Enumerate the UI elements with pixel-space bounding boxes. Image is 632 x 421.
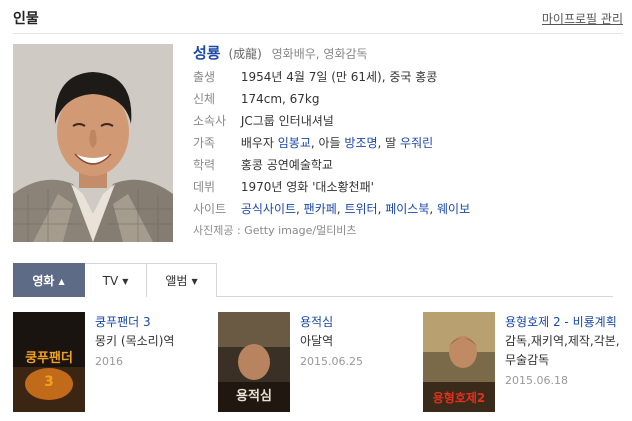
family-link-son[interactable]: 방조명 [344,136,377,150]
site-link-official[interactable]: 공식사이트 [241,202,296,216]
name-row: 성룡 (成龍) 영화배우, 영화감독 [193,40,623,66]
info-row-sites: 사이트 공식사이트, 팬카페, 트위터, 페이스북, 웨이보 [193,198,623,220]
section-header: 인물 마이프로필 관리 [13,0,623,34]
film-poster[interactable]: 용적심 [218,312,290,412]
separator: , [296,202,304,216]
tab-label: 앨범 [165,274,188,288]
tab-label: 영화 [32,274,55,288]
filmography-tabs: 영화 ▲ TV ▼ 앨범 ▼ [13,263,613,297]
person-name[interactable]: 성룡 [193,44,221,62]
family-link-daughter[interactable]: 우줘린 [400,136,433,150]
film-list: 쿵푸팬더 3 쿵푸팬더 3 몽키 (목소리)역 2016 용적심 용적심 아달역… [13,312,623,412]
info-value: 1954년 4월 7일 (만 61세), 중국 홍콩 [240,70,438,84]
poster-title: 용형호제2 [433,390,486,405]
info-value: 1970년 영화 '대소황천패' [240,180,374,194]
chevron-down-icon: ▼ [191,276,198,286]
agency-link[interactable]: JC그룹 인터내셔널 [241,114,334,128]
site-link-facebook[interactable]: 페이스북 [385,202,429,216]
film-text: 용형호제 2 - 비룡계획 감독,재키역,제작,각본,무술감독 2015.06.… [505,312,623,392]
info-row-agency: 소속사 JC그룹 인터내셔널 [193,110,623,132]
chevron-up-icon: ▲ [58,276,65,286]
info-label: 가족 [193,136,216,150]
film-poster[interactable]: 쿵푸팬더 3 [13,312,85,412]
film-title[interactable]: 쿵푸팬더 3 [95,312,205,332]
film-poster-image: 쿵푸팬더 3 [13,312,85,412]
info-label: 학력 [193,158,216,172]
person-photo[interactable] [13,44,173,242]
info-row-education: 학력 홍콩 공연예술학교 [193,154,623,176]
info-label: 데뷔 [193,180,216,194]
film-date: 2015.06.18 [505,374,568,387]
film-item: 용형호제2 용형호제 2 - 비룡계획 감독,재키역,제작,각본,무술감독 20… [423,312,623,412]
info-label: 소속사 [193,114,227,128]
film-poster-image: 용형호제2 [423,312,495,412]
education-link[interactable]: 홍콩 공연예술학교 [241,158,333,172]
tab-label: TV [102,274,119,288]
film-role: 아달역 [300,334,334,348]
film-title[interactable]: 용형호제 2 - 비룡계획 [505,312,623,332]
film-date: 2016 [95,355,123,368]
site-link-fancafe[interactable]: 팬카페 [304,202,337,216]
separator: , [429,202,438,216]
info-label: 사이트 [193,202,227,216]
poster-title: 용적심 [236,388,272,404]
info-label: 신체 [193,92,216,106]
info-value: 174cm, 67kg [240,92,320,106]
site-link-weibo[interactable]: 웨이보 [437,202,470,216]
person-hanja: (成龍) [228,47,262,61]
tab-movies[interactable]: 영화 ▲ [13,263,85,297]
poster-title: 쿵푸팬더 [25,350,73,366]
film-date: 2015.06.25 [300,355,363,368]
person-occupation: 영화배우, 영화감독 [271,47,368,61]
film-item: 용적심 용적심 아달역 2015.06.25 [218,312,413,412]
info-row-family: 가족 배우자 임봉교, 아들 방조명, 딸 우줘린 [193,132,623,154]
film-title[interactable]: 용적심 [300,312,410,332]
family-link-spouse[interactable]: 임봉교 [278,136,311,150]
info-row-body: 신체 174cm, 67kg [193,88,623,110]
person-info: 성룡 (成龍) 영화배우, 영화감독 출생 1954년 4월 7일 (만 61세… [193,40,623,242]
film-text: 쿵푸팬더 3 몽키 (목소리)역 2016 [95,312,205,373]
film-poster-image: 용적심 [218,312,290,412]
film-item: 쿵푸팬더 3 쿵푸팬더 3 몽키 (목소리)역 2016 [13,312,208,412]
my-profile-manage-link[interactable]: 마이프로필 관리 [542,10,623,27]
photo-credit: 사진제공 : Getty image/멀티비츠 [193,224,357,237]
info-row-debut: 데뷔 1970년 영화 '대소황천패' [193,176,623,198]
tab-tv[interactable]: TV ▼ [85,263,147,297]
family-separator: , 아들 [310,136,345,150]
tab-album[interactable]: 앨범 ▼ [147,263,217,297]
family-prefix: 배우자 [240,136,278,150]
site-link-twitter[interactable]: 트위터 [344,202,377,216]
film-role: 감독,재키역,제작,각본,무술감독 [505,334,620,367]
section-title: 인물 [13,11,39,27]
film-text: 용적심 아달역 2015.06.25 [300,312,410,373]
info-row-birth: 출생 1954년 4월 7일 (만 61세), 중국 홍콩 [193,66,623,88]
film-poster[interactable]: 용형호제2 [423,312,495,412]
svg-text:3: 3 [44,374,54,390]
info-label: 출생 [193,70,216,84]
chevron-down-icon: ▼ [122,276,129,286]
film-role: 몽키 (목소리)역 [95,334,175,348]
family-separator: , 딸 [377,136,401,150]
person-photo-image [13,44,173,242]
